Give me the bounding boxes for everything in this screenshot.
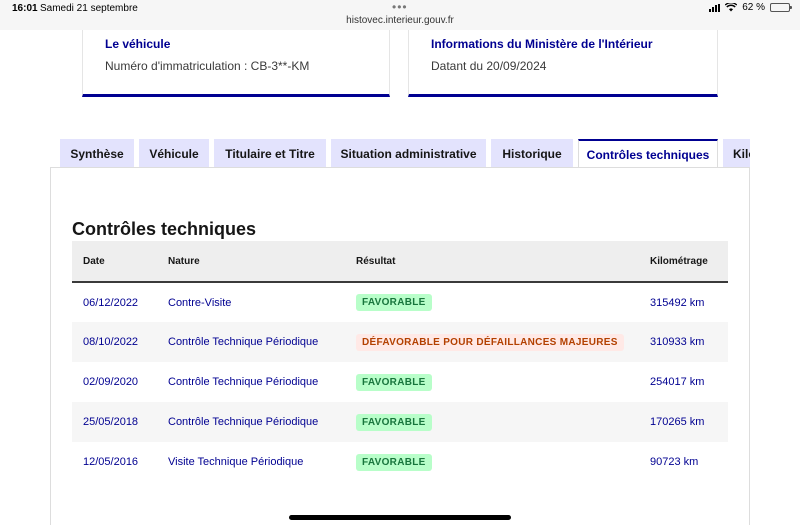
row-mileage: 310933 km xyxy=(650,336,705,348)
home-indicator[interactable] xyxy=(289,515,511,520)
header-date: Date xyxy=(83,255,105,267)
registration-number: Numéro d'immatriculation : CB-3**-KM xyxy=(105,59,310,73)
status-badge: FAVORABLE xyxy=(356,453,432,471)
tab-list: Synthèse Véhicule Titulaire et Titre Sit… xyxy=(60,139,750,168)
row-date: 12/05/2016 xyxy=(83,456,139,468)
ministry-card: Informations du Ministère de l'Intérieur… xyxy=(408,30,718,97)
status-badge: DÉFAVORABLE POUR DÉFAILLANCES MAJEURES xyxy=(356,333,624,351)
table-row: 25/05/2018 Contrôle Technique Périodique… xyxy=(72,402,728,442)
status-time: 16:01 xyxy=(12,3,38,14)
row-mileage: 90723 km xyxy=(650,456,699,468)
technical-inspections-table: Date Nature Résultat Kilométrage 06/12/2… xyxy=(72,241,728,482)
browser-menu-dots[interactable]: ••• xyxy=(392,0,408,14)
vehicle-card: Le véhicule Numéro d'immatriculation : C… xyxy=(82,30,390,97)
table-row: 06/12/2022 Contre-Visite FAVORABLE 31549… xyxy=(72,282,728,322)
battery-percent: 62 % xyxy=(742,2,765,13)
ministry-card-title: Informations du Ministère de l'Intérieur xyxy=(431,37,653,51)
tab-controles-techniques[interactable]: Contrôles techniques xyxy=(578,139,718,168)
status-bar: 16:01 Samedi 21 septembre ••• histovec.i… xyxy=(0,0,800,30)
table-row: 08/10/2022 Contrôle Technique Périodique… xyxy=(72,322,728,362)
row-mileage: 170265 km xyxy=(650,416,705,428)
row-date: 25/05/2018 xyxy=(83,416,139,428)
row-mileage: 315492 km xyxy=(650,296,705,309)
row-date: 02/09/2020 xyxy=(83,376,139,388)
tab-kilometrage[interactable]: Kilo xyxy=(723,139,750,168)
status-badge: FAVORABLE xyxy=(356,373,432,391)
vehicle-card-title: Le véhicule xyxy=(105,37,171,51)
status-badge: FAVORABLE xyxy=(356,413,432,431)
row-nature: Contrôle Technique Périodique xyxy=(168,376,319,388)
status-indicators: 62 % xyxy=(709,2,792,13)
row-date: 06/12/2022 xyxy=(83,296,139,309)
status-badge: FAVORABLE xyxy=(356,294,432,311)
row-mileage: 254017 km xyxy=(650,376,705,388)
tab-historique[interactable]: Historique xyxy=(491,139,573,168)
wifi-icon xyxy=(725,3,738,12)
row-nature: Contrôle Technique Périodique xyxy=(168,416,319,428)
table-row: 02/09/2020 Contrôle Technique Périodique… xyxy=(72,362,728,402)
header-mileage: Kilométrage xyxy=(650,255,708,267)
row-nature: Contrôle Technique Périodique xyxy=(168,336,319,348)
row-nature: Contre-Visite xyxy=(168,296,232,309)
tab-synthese[interactable]: Synthèse xyxy=(60,139,134,168)
tab-situation-administrative[interactable]: Situation administrative xyxy=(331,139,486,168)
tab-titulaire[interactable]: Titulaire et Titre xyxy=(214,139,326,168)
row-nature: Visite Technique Périodique xyxy=(168,456,304,468)
address-bar-url[interactable]: histovec.interieur.gouv.fr xyxy=(0,15,800,26)
cellular-signal-icon xyxy=(709,3,721,12)
table-header-row: Date Nature Résultat Kilométrage xyxy=(72,241,728,282)
table-row: 12/05/2016 Visite Technique Périodique F… xyxy=(72,442,728,482)
battery-icon xyxy=(770,3,792,12)
header-result: Résultat xyxy=(356,255,396,267)
status-date: Samedi 21 septembre xyxy=(40,3,138,14)
ministry-date: Datant du 20/09/2024 xyxy=(431,59,547,73)
tab-vehicule[interactable]: Véhicule xyxy=(139,139,209,168)
section-title: Contrôles techniques xyxy=(72,219,257,239)
row-date: 08/10/2022 xyxy=(83,336,139,348)
header-nature: Nature xyxy=(168,255,200,267)
